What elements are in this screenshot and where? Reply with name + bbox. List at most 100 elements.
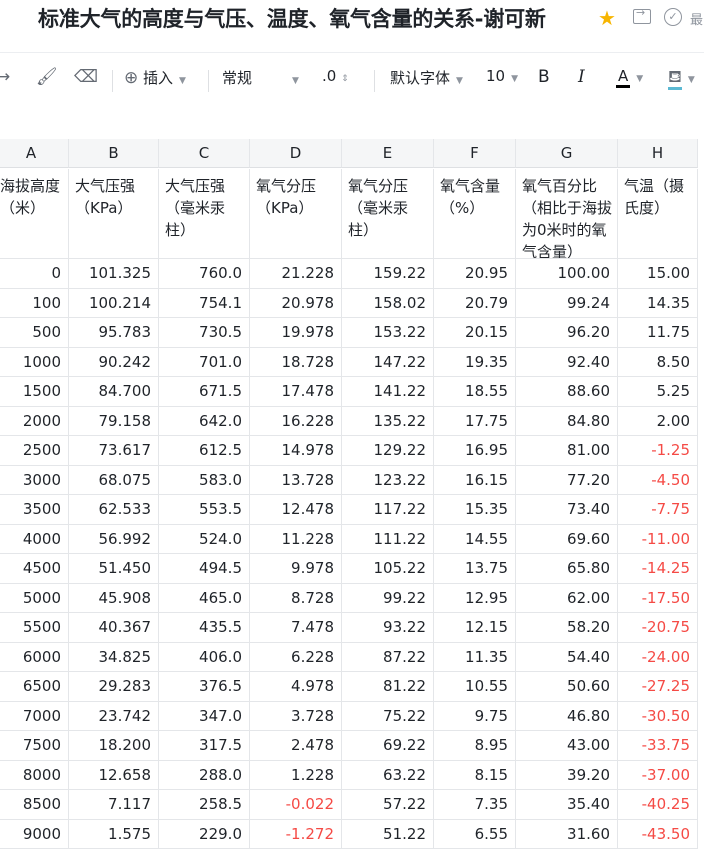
header-cell[interactable]: 海拔高度（米） — [0, 169, 69, 259]
table-cell[interactable]: 73.40 — [516, 495, 618, 525]
table-cell[interactable]: -27.25 — [618, 672, 698, 702]
table-cell[interactable]: 8.95 — [434, 731, 516, 761]
table-cell[interactable]: 99.24 — [516, 289, 618, 319]
table-cell[interactable]: 11.35 — [434, 643, 516, 673]
table-cell[interactable]: 258.5 — [159, 790, 250, 820]
table-cell[interactable]: 20.95 — [434, 259, 516, 289]
table-cell[interactable]: 2.00 — [618, 407, 698, 437]
table-cell[interactable]: 5000 — [0, 584, 69, 614]
table-cell[interactable]: 16.95 — [434, 436, 516, 466]
table-cell[interactable]: 90.242 — [69, 348, 159, 378]
table-cell[interactable]: 4500 — [0, 554, 69, 584]
table-cell[interactable]: 7.478 — [250, 613, 342, 643]
table-cell[interactable]: -14.25 — [618, 554, 698, 584]
table-cell[interactable]: 730.5 — [159, 318, 250, 348]
table-cell[interactable]: -33.75 — [618, 731, 698, 761]
table-cell[interactable]: -17.50 — [618, 584, 698, 614]
column-header-b[interactable]: B — [69, 139, 159, 168]
more-label[interactable]: 最 — [690, 9, 703, 28]
number-format-dropdown[interactable]: 常规▼ — [222, 67, 299, 88]
table-cell[interactable]: 13.728 — [250, 466, 342, 496]
table-cell[interactable]: -20.75 — [618, 613, 698, 643]
table-cell[interactable]: -24.00 — [618, 643, 698, 673]
table-cell[interactable]: -0.022 — [250, 790, 342, 820]
table-cell[interactable]: 51.450 — [69, 554, 159, 584]
table-cell[interactable]: 642.0 — [159, 407, 250, 437]
table-cell[interactable]: 14.978 — [250, 436, 342, 466]
table-cell[interactable]: 14.35 — [618, 289, 698, 319]
header-cell[interactable]: 氧气含量（%） — [434, 169, 516, 259]
table-cell[interactable]: 105.22 — [342, 554, 434, 584]
table-cell[interactable]: 100 — [0, 289, 69, 319]
table-cell[interactable]: 46.80 — [516, 702, 618, 732]
table-cell[interactable]: 18.728 — [250, 348, 342, 378]
table-cell[interactable]: 34.825 — [69, 643, 159, 673]
clear-format-icon[interactable]: ⌫ — [74, 67, 98, 87]
table-cell[interactable]: 465.0 — [159, 584, 250, 614]
table-cell[interactable]: 7000 — [0, 702, 69, 732]
table-cell[interactable]: 500 — [0, 318, 69, 348]
table-cell[interactable]: 494.5 — [159, 554, 250, 584]
table-cell[interactable]: 583.0 — [159, 466, 250, 496]
table-cell[interactable]: 14.55 — [434, 525, 516, 555]
table-cell[interactable]: 8500 — [0, 790, 69, 820]
table-cell[interactable]: 18.55 — [434, 377, 516, 407]
header-cell[interactable]: 大气压强（毫米汞柱） — [159, 169, 250, 259]
table-cell[interactable]: 17.75 — [434, 407, 516, 437]
table-cell[interactable]: 84.80 — [516, 407, 618, 437]
table-cell[interactable]: 1.228 — [250, 761, 342, 791]
format-painter-icon[interactable]: 🖌 — [36, 67, 58, 87]
font-size-dropdown[interactable]: 10▼ — [486, 67, 518, 85]
table-cell[interactable]: 8.15 — [434, 761, 516, 791]
table-cell[interactable]: 701.0 — [159, 348, 250, 378]
table-cell[interactable]: 5.25 — [618, 377, 698, 407]
table-cell[interactable]: 63.22 — [342, 761, 434, 791]
table-cell[interactable]: 17.478 — [250, 377, 342, 407]
table-cell[interactable]: 69.22 — [342, 731, 434, 761]
table-cell[interactable]: 8.728 — [250, 584, 342, 614]
header-cell[interactable]: 氧气分压（KPa） — [250, 169, 342, 259]
table-cell[interactable]: 58.20 — [516, 613, 618, 643]
table-cell[interactable]: 6.55 — [434, 820, 516, 849]
table-cell[interactable]: 100.00 — [516, 259, 618, 289]
table-cell[interactable]: 54.40 — [516, 643, 618, 673]
table-cell[interactable]: 45.908 — [69, 584, 159, 614]
table-cell[interactable]: 4000 — [0, 525, 69, 555]
table-cell[interactable]: 1.575 — [69, 820, 159, 849]
table-cell[interactable]: 1500 — [0, 377, 69, 407]
table-cell[interactable]: 229.0 — [159, 820, 250, 849]
table-cell[interactable]: 347.0 — [159, 702, 250, 732]
table-cell[interactable]: 20.79 — [434, 289, 516, 319]
table-cell[interactable]: 12.95 — [434, 584, 516, 614]
text-color-button[interactable]: A▼ — [616, 67, 643, 85]
check-circle-icon[interactable]: ✓ — [664, 8, 682, 26]
table-cell[interactable]: 158.02 — [342, 289, 434, 319]
insert-button[interactable]: ⊕ 插入▼ — [124, 67, 186, 88]
table-cell[interactable]: 317.5 — [159, 731, 250, 761]
table-cell[interactable]: 9.978 — [250, 554, 342, 584]
table-cell[interactable]: 20.15 — [434, 318, 516, 348]
column-header-d[interactable]: D — [250, 139, 342, 168]
table-cell[interactable]: 88.60 — [516, 377, 618, 407]
table-cell[interactable]: 135.22 — [342, 407, 434, 437]
fill-color-button[interactable]: ⛾▼ — [668, 67, 695, 89]
column-header-e[interactable]: E — [342, 139, 434, 168]
italic-button[interactable]: I — [578, 67, 585, 87]
table-cell[interactable]: 20.978 — [250, 289, 342, 319]
table-cell[interactable]: 23.742 — [69, 702, 159, 732]
table-cell[interactable]: 117.22 — [342, 495, 434, 525]
table-cell[interactable]: 101.325 — [69, 259, 159, 289]
table-cell[interactable]: 99.22 — [342, 584, 434, 614]
table-cell[interactable]: 288.0 — [159, 761, 250, 791]
table-cell[interactable]: 11.228 — [250, 525, 342, 555]
table-cell[interactable]: 6000 — [0, 643, 69, 673]
table-cell[interactable]: 3000 — [0, 466, 69, 496]
table-cell[interactable]: 7.117 — [69, 790, 159, 820]
table-cell[interactable]: 406.0 — [159, 643, 250, 673]
table-cell[interactable]: 11.75 — [618, 318, 698, 348]
table-cell[interactable]: 1000 — [0, 348, 69, 378]
table-cell[interactable]: 8000 — [0, 761, 69, 791]
table-cell[interactable]: 15.35 — [434, 495, 516, 525]
table-cell[interactable]: 51.22 — [342, 820, 434, 849]
table-cell[interactable]: 31.60 — [516, 820, 618, 849]
